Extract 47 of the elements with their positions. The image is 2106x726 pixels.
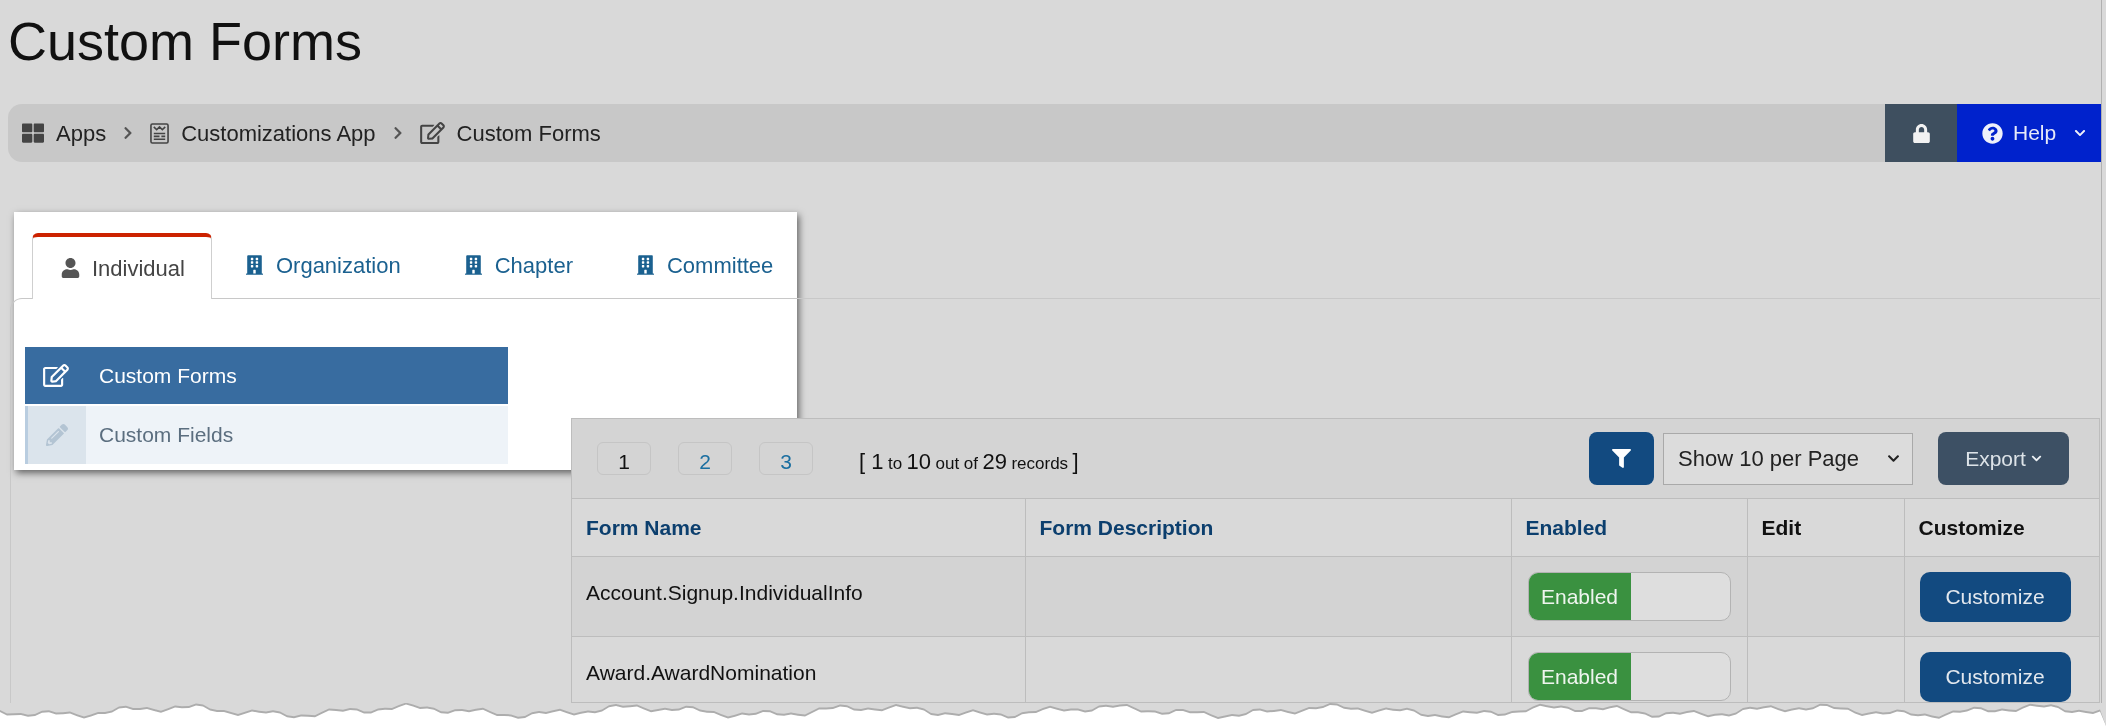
- document-icon: [150, 122, 170, 144]
- grid-icon: [22, 122, 44, 144]
- enabled-toggle[interactable]: Enabled: [1527, 572, 1731, 621]
- breadcrumb-link[interactable]: Customizations App: [181, 116, 376, 150]
- page-size-select[interactable]: Show 10 per Page: [1663, 432, 1913, 485]
- tab[interactable]: Individual: [32, 233, 212, 299]
- table-cell-text: Account.Signup.IndividualInfo: [586, 580, 863, 606]
- filter-button[interactable]: [1589, 432, 1654, 485]
- breadcrumb-current: Custom Forms: [456, 119, 601, 148]
- tab[interactable]: Organization: [211, 232, 431, 298]
- edit-icon: [419, 122, 445, 144]
- building-icon: [464, 255, 482, 275]
- person-icon: [61, 258, 80, 278]
- column-header[interactable]: Form Name: [586, 515, 702, 539]
- column-header: Customize: [1918, 515, 2025, 539]
- pencil-icon: [46, 424, 68, 446]
- help-button[interactable]: Help: [1957, 104, 2101, 162]
- page-button[interactable]: 3: [759, 442, 813, 475]
- column-header[interactable]: Form Description: [1039, 515, 1214, 539]
- page-button[interactable]: 2: [678, 442, 732, 475]
- lock-button[interactable]: [1885, 104, 1957, 162]
- side-menu-item[interactable]: Custom Forms: [25, 347, 508, 404]
- building-icon: [245, 255, 263, 275]
- tab[interactable]: Chapter: [430, 232, 603, 298]
- records-summary: [ 1 to 10 out of 29 records ]: [859, 448, 1079, 476]
- building-icon: [637, 255, 654, 275]
- column-header[interactable]: Enabled: [1525, 515, 1608, 539]
- side-menu-item[interactable]: Custom Fields: [25, 406, 508, 464]
- table-cell-text: Award.AwardNomination: [586, 660, 817, 686]
- chevron-right-icon: [392, 126, 403, 140]
- page-title: Custom Forms: [8, 14, 363, 68]
- caret-icon: [1887, 452, 1900, 465]
- caret-icon: [2074, 127, 2087, 139]
- caret-icon: [2030, 453, 2042, 464]
- breadcrumb-link[interactable]: Apps: [56, 116, 107, 150]
- export-button[interactable]: Export: [1938, 432, 2069, 485]
- edit-icon: [42, 364, 69, 387]
- lock-icon: [1912, 123, 1930, 143]
- tab[interactable]: Committee: [603, 232, 804, 298]
- chevron-right-icon: [123, 126, 134, 140]
- column-header: Edit: [1761, 515, 1802, 539]
- filter-icon: [1612, 449, 1631, 468]
- customize-button[interactable]: Customize: [1919, 652, 2071, 702]
- help-icon: [1982, 122, 2003, 144]
- customize-button[interactable]: Customize: [1919, 572, 2071, 622]
- enabled-toggle[interactable]: Enabled: [1527, 652, 1731, 701]
- page-button[interactable]: 1: [597, 442, 651, 475]
